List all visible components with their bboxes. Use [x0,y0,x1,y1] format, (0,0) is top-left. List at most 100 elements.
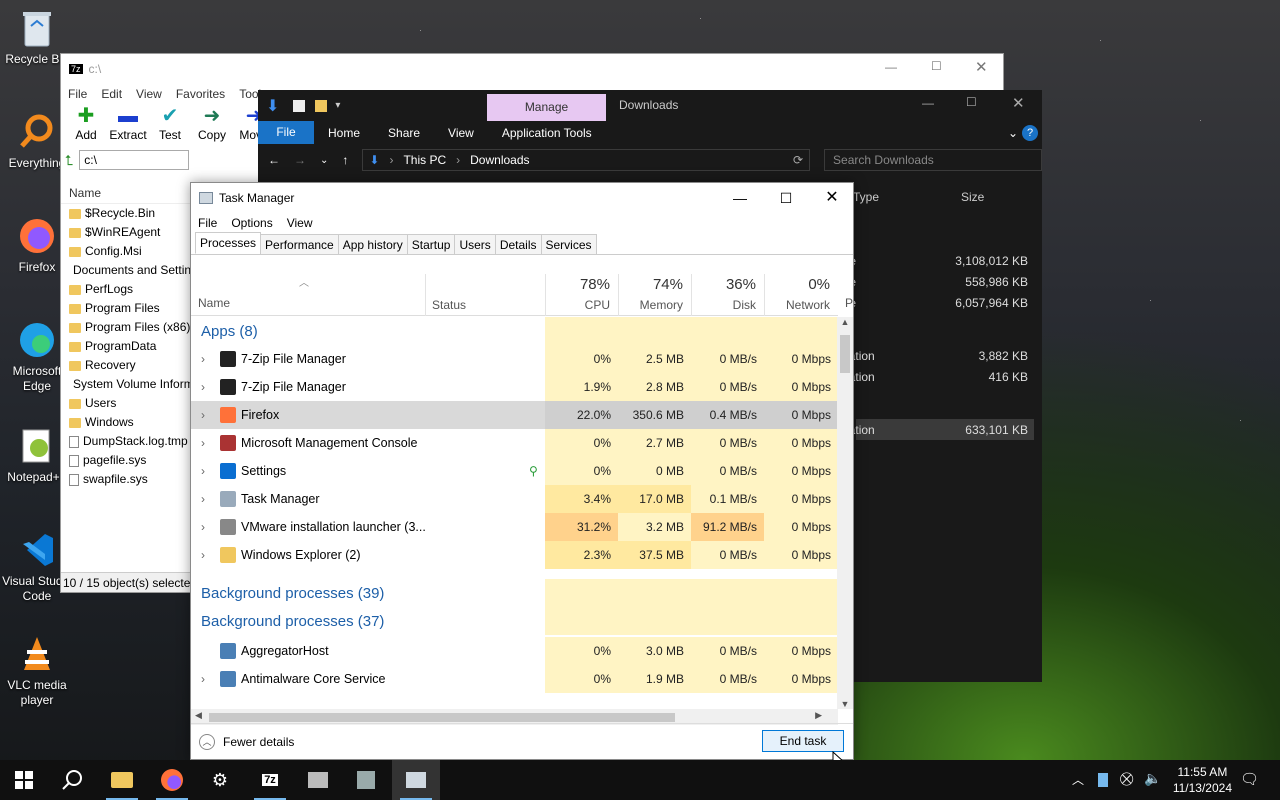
file-row[interactable]: Archive6,057,964 KB [816,292,1034,313]
column-power[interactable]: P [845,296,853,310]
list-item[interactable]: Config.Msi [61,242,191,261]
scroll-thumb[interactable] [840,335,850,373]
fewer-details-icon[interactable]: ︿ [199,733,215,750]
back-icon[interactable]: ← [268,153,280,167]
tab-processes[interactable]: Processes [195,232,262,254]
minimize-icon[interactable]: — [922,96,934,110]
maximize-icon[interactable]: ☐ [966,95,977,109]
up-folder-icon[interactable]: ⮤ [65,152,73,169]
list-item[interactable]: Users [61,394,191,413]
tab-details[interactable]: Details [494,234,542,254]
tab-application-tools[interactable]: Application Tools [488,126,606,140]
tab-performance[interactable]: Performance [260,234,339,254]
menu-edit[interactable]: Edit [101,87,122,101]
scroll-up-icon[interactable]: ▲ [837,317,853,331]
minimize-icon[interactable]: — [885,60,897,74]
taskbar-firefox[interactable] [148,760,196,800]
forward-icon[interactable]: → [294,153,306,167]
refresh-icon[interactable]: ⟳ [793,153,803,167]
chevron-up-icon[interactable]: ︿ [1072,771,1084,788]
scroll-right-icon[interactable]: ▶ [815,710,822,721]
column-status[interactable]: Status [425,274,545,316]
taskbar-7zip[interactable]: 7z [246,760,294,800]
file-row[interactable]: Archive3,108,012 KB [816,250,1034,271]
scroll-left-icon[interactable]: ◀ [195,710,202,721]
group-header[interactable]: Background processes (37) [191,607,838,635]
extract-button[interactable]: ▬ Extract [107,104,149,148]
menu-file[interactable]: File [198,216,217,230]
tab-users[interactable]: Users [454,234,496,254]
menu-file[interactable]: File [68,87,87,101]
chevron-down-icon[interactable]: ⌄ [320,155,328,166]
column-cpu[interactable]: 78% CPU [545,274,618,316]
list-item[interactable]: System Volume Information [61,375,191,394]
column-network[interactable]: 0% Network [764,274,838,316]
new-folder-icon[interactable] [315,99,328,112]
properties-icon[interactable] [293,99,306,112]
breadcrumb-this-pc[interactable]: This PC [403,153,446,167]
list-item[interactable]: Program Files [61,299,191,318]
expand-icon[interactable]: › [201,492,205,506]
table-row[interactable]: 2.3% 37.5 MB 0 MB/s 0 Mbps › Windows Explorer… [191,541,838,569]
list-item[interactable]: pagefile.sys [61,451,191,470]
list-item[interactable]: ProgramData [61,337,191,356]
list-item[interactable]: swapfile.sys [61,470,191,489]
taskbar-settings[interactable]: ⚙ [196,760,244,800]
table-row[interactable]: 3.4% 17.0 MB 0.1 MB/s 0 Mbps › Task Manager [191,485,838,513]
copy-button[interactable]: ➜ Copy [191,104,233,148]
column-memory[interactable]: 74% Memory [618,274,691,316]
volume-icon[interactable]: 🔈 [1144,770,1161,787]
list-item[interactable]: DumpStack.log.tmp [61,432,191,451]
table-row[interactable]: 31.2% 3.2 MB 91.2 MB/s 0 Mbps › VMware instal… [191,513,838,541]
taskbar-task-manager[interactable] [392,760,440,800]
table-row[interactable]: 0% 1.9 MB 0 MB/s 0 Mbps › Antimalware Core Se… [191,665,838,693]
menu-favorites[interactable]: Favorites [176,87,225,101]
table-row[interactable]: 0% 3.0 MB 0 MB/s 0 Mbps AggregatorHost [191,637,838,665]
scroll-thumb[interactable] [209,713,675,722]
close-icon[interactable]: ✕ [1012,94,1025,112]
group-header[interactable]: Background processes (39) [191,579,838,607]
network-icon[interactable]: ⛒ [1120,771,1133,787]
expand-icon[interactable]: › [201,672,205,686]
clock[interactable]: 11:55 AM 11/13/2024 [1173,764,1232,796]
menu-options[interactable]: Options [231,216,272,230]
minimize-icon[interactable]: — [717,183,763,213]
taskbar-mmc[interactable] [342,760,390,800]
list-item[interactable]: $WinREAgent [61,223,191,242]
list-item[interactable]: $Recycle.Bin [61,204,191,223]
list-item[interactable]: PerfLogs [61,280,191,299]
file-row[interactable]: Application633,101 KB [816,419,1034,440]
desktop-icon-vlc[interactable]: VLC media player [0,632,74,708]
tab-app-history[interactable]: App history [337,234,408,254]
file-row[interactable]: Archive558,986 KB [816,271,1034,292]
vertical-scrollbar[interactable]: ▲ ▼ [837,317,853,709]
close-icon[interactable]: ✕ [975,58,988,76]
chevron-down-icon[interactable]: ▾ [335,100,340,111]
search-button[interactable] [48,760,96,800]
table-row[interactable]: 22.0% 350.6 MB 0.4 MB/s 0 Mbps › Firefox [191,401,838,429]
table-row[interactable]: 1.9% 2.8 MB 0 MB/s 0 Mbps › 7-Zip File Manage… [191,373,838,401]
breadcrumb-downloads[interactable]: Downloads [470,153,529,167]
start-button[interactable] [0,760,48,800]
search-input[interactable]: Search Downloads [824,149,1042,171]
tab-share[interactable]: Share [374,126,434,140]
list-item[interactable]: Program Files (x86) [61,318,191,337]
taskbar-vmware[interactable] [294,760,342,800]
add-button[interactable]: ✚ Add [65,104,107,148]
scroll-down-icon[interactable]: ▼ [837,699,853,709]
menu-view[interactable]: View [287,216,313,230]
table-row[interactable]: 0% 0 MB 0 MB/s 0 Mbps › Settings ⚲ [191,457,838,485]
maximize-icon[interactable]: ☐ [931,59,942,73]
battery-icon[interactable] [1098,773,1108,787]
list-item[interactable]: Windows [61,413,191,432]
tab-startup[interactable]: Startup [406,234,456,254]
taskbar-file-explorer[interactable] [98,760,146,800]
maximize-icon[interactable]: ☐ [763,183,809,213]
file-row[interactable]: Application3,882 KB [816,345,1034,366]
group-header[interactable]: Apps (8) [191,317,838,345]
expand-icon[interactable]: › [201,352,205,366]
end-task-button[interactable]: End task [762,730,844,752]
address-bar[interactable]: ⬇ › This PC › Downloads ⟳ [362,149,811,171]
expand-icon[interactable]: › [201,548,205,562]
column-header-name[interactable]: Name [61,182,191,204]
